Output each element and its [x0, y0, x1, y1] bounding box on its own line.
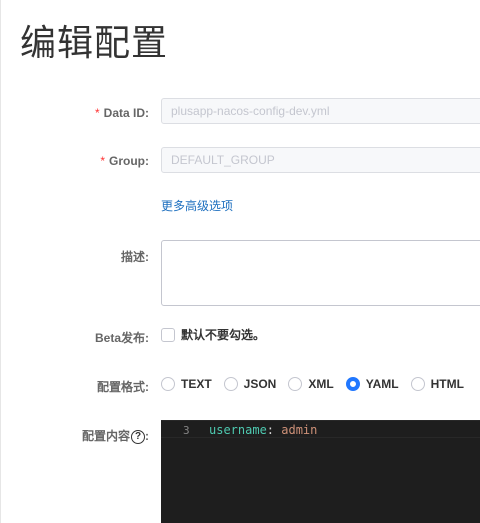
- required-mark: *: [94, 106, 100, 120]
- format-radio-group: TEXT JSON XML YAML HTML: [161, 376, 476, 392]
- format-option-text[interactable]: TEXT: [161, 377, 212, 391]
- radio-circle-icon[interactable]: [288, 377, 303, 391]
- page-title: 编辑配置: [20, 23, 169, 64]
- content-label-colon: :: [145, 429, 149, 443]
- radio-circle-icon[interactable]: [410, 377, 425, 391]
- editor-active-line: 3 username: admin: [161, 420, 480, 438]
- yaml-separator: :: [266, 423, 282, 437]
- format-option-yaml[interactable]: YAML: [345, 377, 399, 391]
- format-option-label[interactable]: JSON: [244, 377, 277, 391]
- format-option-label[interactable]: YAML: [366, 377, 399, 391]
- format-option-label[interactable]: TEXT: [181, 377, 212, 391]
- code-line[interactable]: username: admin: [209, 423, 317, 437]
- content-label-text: 配置内容: [81, 429, 130, 443]
- format-option-xml[interactable]: XML: [288, 377, 334, 391]
- data-id-input[interactable]: plusapp-nacos-config-dev.yml: [161, 98, 480, 124]
- beta-label: Beta发布:: [94, 331, 149, 345]
- description-textarea[interactable]: [161, 240, 480, 306]
- help-icon[interactable]: ?: [131, 429, 145, 444]
- format-option-json[interactable]: JSON: [223, 377, 277, 391]
- format-option-label[interactable]: HTML: [431, 377, 464, 391]
- code-editor[interactable]: 3 username: admin: [161, 420, 480, 523]
- group-input[interactable]: DEFAULT_GROUP: [161, 147, 480, 173]
- format-label: 配置格式:: [97, 380, 149, 394]
- yaml-value: admin: [281, 423, 318, 437]
- data-id-label-text: Data ID:: [103, 106, 149, 120]
- more-advanced-options-link[interactable]: 更多高级选项: [161, 197, 233, 214]
- format-option-label[interactable]: XML: [308, 377, 333, 391]
- yaml-key: username: [209, 423, 267, 437]
- format-option-html[interactable]: HTML: [410, 377, 464, 391]
- edit-config-page: 编辑配置 * Data ID: plusapp-nacos-config-dev.…: [0, 0, 480, 523]
- radio-circle-icon[interactable]: [161, 377, 175, 391]
- line-number: 3: [183, 424, 190, 437]
- content-label: 配置内容?:: [82, 427, 149, 444]
- group-label: * Group:: [100, 154, 149, 168]
- beta-checkbox[interactable]: [161, 328, 175, 342]
- group-label-text: Group:: [109, 154, 149, 168]
- data-id-label: * Data ID:: [95, 106, 149, 120]
- left-border: [0, 0, 1, 523]
- radio-checked-icon[interactable]: [345, 377, 360, 391]
- required-mark: *: [100, 154, 105, 168]
- beta-checkbox-label[interactable]: 默认不要勾选。: [181, 328, 265, 342]
- radio-circle-icon[interactable]: [223, 377, 238, 391]
- description-label: 描述:: [121, 250, 149, 264]
